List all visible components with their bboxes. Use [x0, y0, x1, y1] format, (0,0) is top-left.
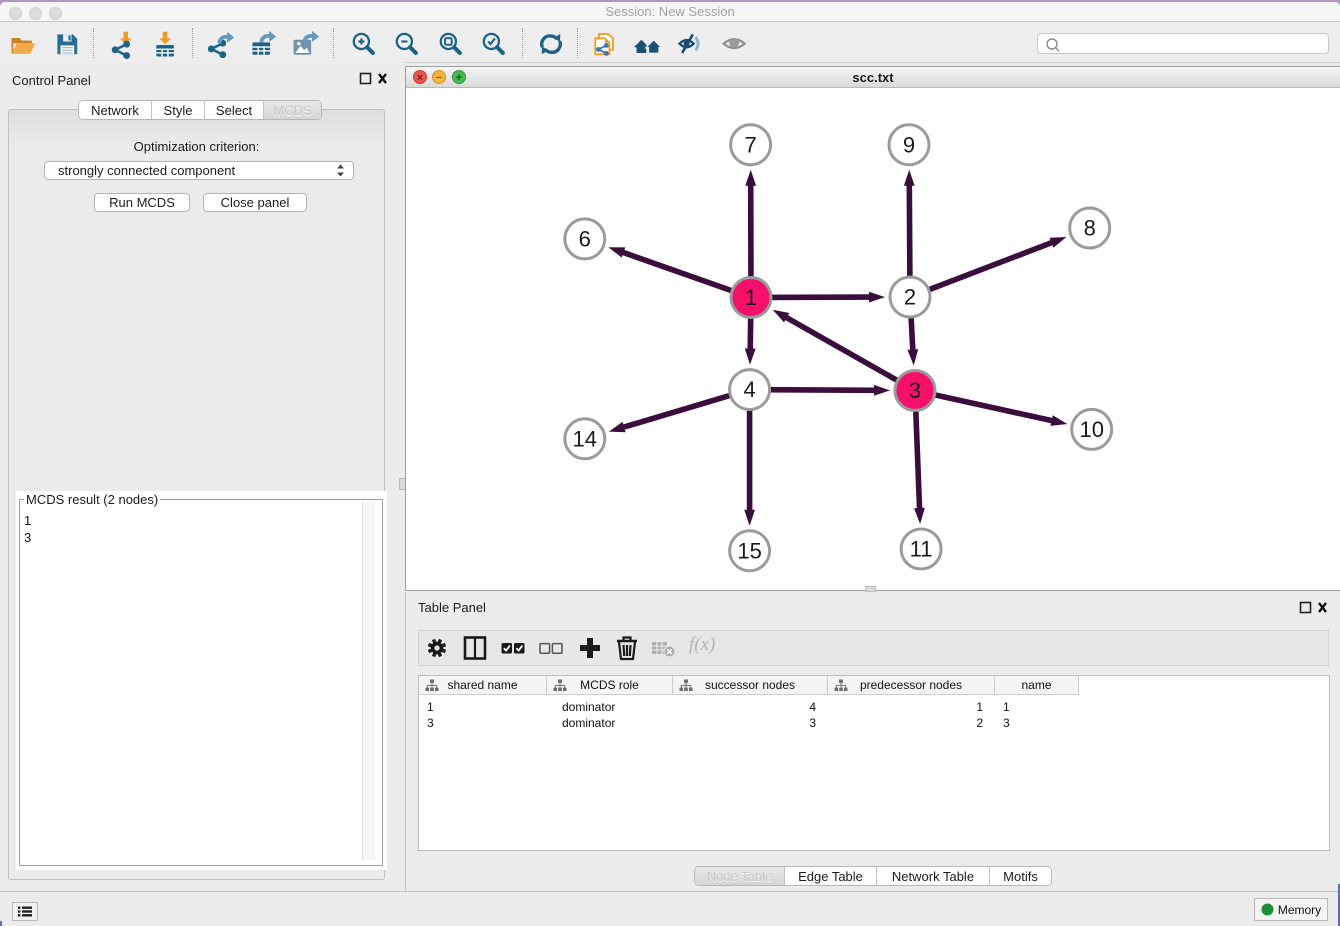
svg-text:3: 3 [909, 378, 921, 403]
svg-text:11: 11 [910, 537, 933, 562]
svg-text:4: 4 [743, 377, 755, 402]
svg-text:6: 6 [579, 226, 591, 251]
svg-text:8: 8 [1084, 216, 1096, 241]
svg-text:1: 1 [745, 285, 757, 310]
svg-text:2: 2 [904, 285, 916, 310]
svg-text:9: 9 [903, 132, 915, 157]
svg-text:15: 15 [737, 538, 761, 563]
svg-text:10: 10 [1079, 417, 1103, 442]
svg-text:7: 7 [744, 132, 756, 157]
svg-text:14: 14 [573, 426, 597, 451]
